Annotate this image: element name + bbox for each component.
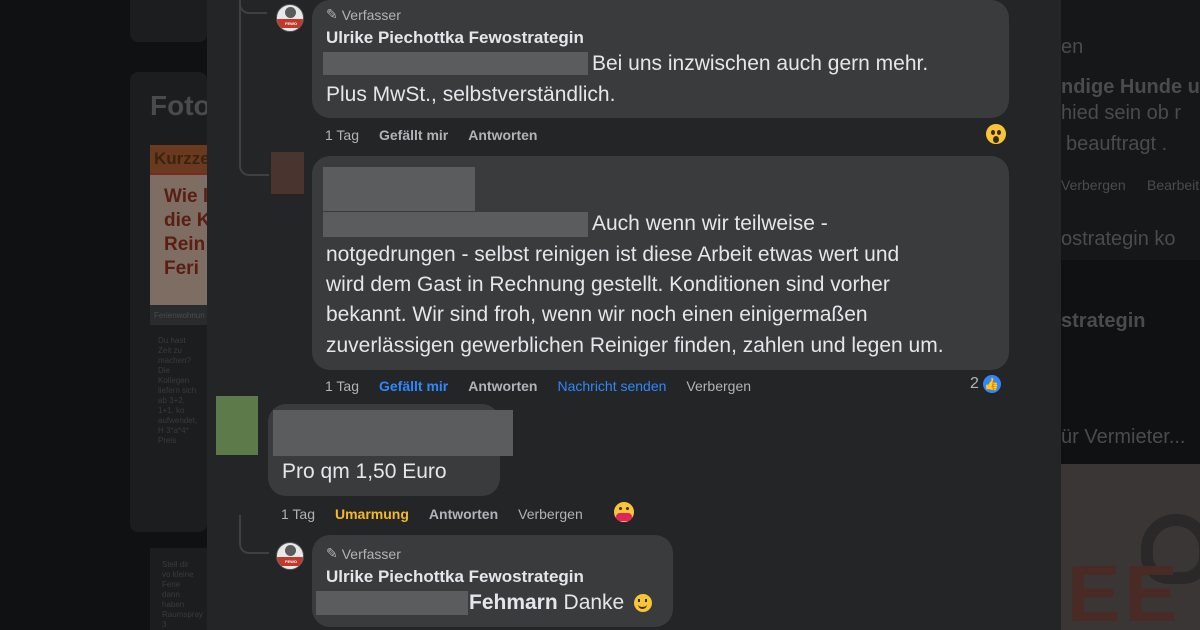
background-post-text: Du hast Zeit zu machen? Die Kollegen lie… [158, 336, 198, 445]
comment-actions: 1 Tag Umarmung Antworten Verbergen [281, 506, 603, 522]
reaction-count: 2 [970, 375, 979, 392]
reaction-summary[interactable] [984, 122, 1008, 146]
background-heading: Foto [150, 90, 207, 121]
background-ad-top: Kurzze [150, 145, 207, 173]
redacted-name [323, 167, 475, 211]
like-button[interactable]: Gefällt mir [379, 127, 448, 143]
send-message-button[interactable]: Nachricht senden [557, 378, 666, 394]
commenter-avatar[interactable] [216, 396, 258, 455]
author-badge: ✎ Verfasser [326, 6, 401, 23]
hug-button[interactable]: Umarmung [335, 506, 409, 522]
author-badge-label: Verfasser [341, 545, 401, 562]
author-name[interactable]: Ulrike Piechottka Fewostrategin [326, 28, 584, 48]
background-right-line: ür Vermieter... [1061, 426, 1186, 448]
hug-emoji-icon [612, 500, 636, 524]
redacted-mention [323, 52, 588, 75]
author-badge-label: Verfasser [341, 6, 401, 23]
thread-connector [239, 530, 269, 554]
redacted-mention [323, 212, 588, 237]
background-right-line: strategin [1061, 310, 1146, 332]
author-name[interactable]: Ulrike Piechottka Fewostrategin [326, 567, 584, 587]
reply-button[interactable]: Antworten [429, 506, 498, 522]
mention-tag[interactable]: Fehmarn [469, 591, 558, 614]
background-ad-strip: Ferienwohnun [150, 305, 207, 325]
redacted-name [273, 410, 513, 456]
thread-line [239, 0, 241, 150]
hide-button[interactable]: Verbergen [686, 378, 751, 394]
thread-connector [239, 150, 269, 176]
comment-text-line: notgedrungen - selbst reinigen ist diese… [326, 243, 900, 266]
background-card [130, 0, 207, 42]
background-right-action: Verbergen [1061, 177, 1126, 193]
reply-button[interactable]: Antworten [468, 378, 537, 394]
comment-time[interactable]: 1 Tag [325, 127, 359, 143]
comment-text: Danke [563, 591, 625, 614]
comment-text-line: Fehmarn Danke [469, 588, 653, 619]
comment-text-line: bekannt. Wir sind froh, wenn wir noch ei… [326, 303, 868, 326]
commenter-avatar[interactable] [271, 152, 304, 194]
comment-text-line: wird dem Gast in Rechnung gestellt. Kond… [326, 273, 890, 296]
like-emoji-icon: 👍 [980, 373, 1003, 395]
comments-modal: FEWO ✎ Verfasser Ulrike Piechottka Fewos… [207, 0, 1061, 630]
hide-button[interactable]: Verbergen [518, 506, 583, 522]
background-right-action: Bearbeit [1147, 177, 1200, 193]
pencil-icon: ✎ [326, 545, 338, 561]
comment-text-line: Plus MwSt., selbstverständlich. [326, 83, 616, 106]
thread-connector [239, 0, 267, 14]
comment-text-line: zuverlässigen gewerblichen Reiniger find… [326, 334, 944, 357]
comment-text: Pro qm 1,50 Euro [282, 460, 447, 483]
wow-emoji-icon [984, 122, 1008, 146]
background-cup-image: EE [1061, 464, 1200, 630]
background-right-line: beauftragt . [1066, 133, 1168, 155]
author-avatar[interactable]: FEWO [276, 542, 304, 570]
background-right-line: ostrategin ko [1061, 228, 1176, 250]
comment-actions: 1 Tag Gefällt mir Antworten Nachricht se… [325, 378, 771, 394]
author-badge: ✎ Verfasser [326, 545, 401, 562]
reaction-summary[interactable]: 2 👍 [970, 373, 1003, 395]
reaction-summary[interactable] [612, 500, 636, 524]
author-avatar[interactable]: FEWO [276, 4, 304, 32]
pencil-icon: ✎ [326, 6, 338, 22]
reply-button[interactable]: Antworten [468, 127, 537, 143]
comment-actions: 1 Tag Gefällt mir Antworten [325, 127, 557, 143]
background-left-panel: Foto Kurzze Wie l die K Rein Feri Ferien… [0, 0, 207, 630]
background-ad-text: Wie l die K Rein Feri [150, 175, 207, 305]
smile-emoji-icon [634, 594, 653, 612]
background-right-line: ndige Hunde un [1061, 76, 1200, 98]
background-right-small: en [1061, 36, 1084, 58]
background-post2-text: Stell dir vo kleine Ferie dann haben Rau… [150, 548, 207, 630]
comment-text-line: Bei uns inzwischen auch gern mehr. [592, 52, 929, 75]
background-right-line: hied sein ob r [1061, 102, 1182, 124]
comment-time[interactable]: 1 Tag [281, 506, 315, 522]
background-cup-text: EE [1067, 549, 1182, 630]
redacted-mention [316, 591, 468, 615]
like-button[interactable]: Gefällt mir [379, 378, 448, 394]
comment-text-line: Auch wenn wir teilweise - [592, 212, 828, 235]
comment-time[interactable]: 1 Tag [325, 378, 359, 394]
